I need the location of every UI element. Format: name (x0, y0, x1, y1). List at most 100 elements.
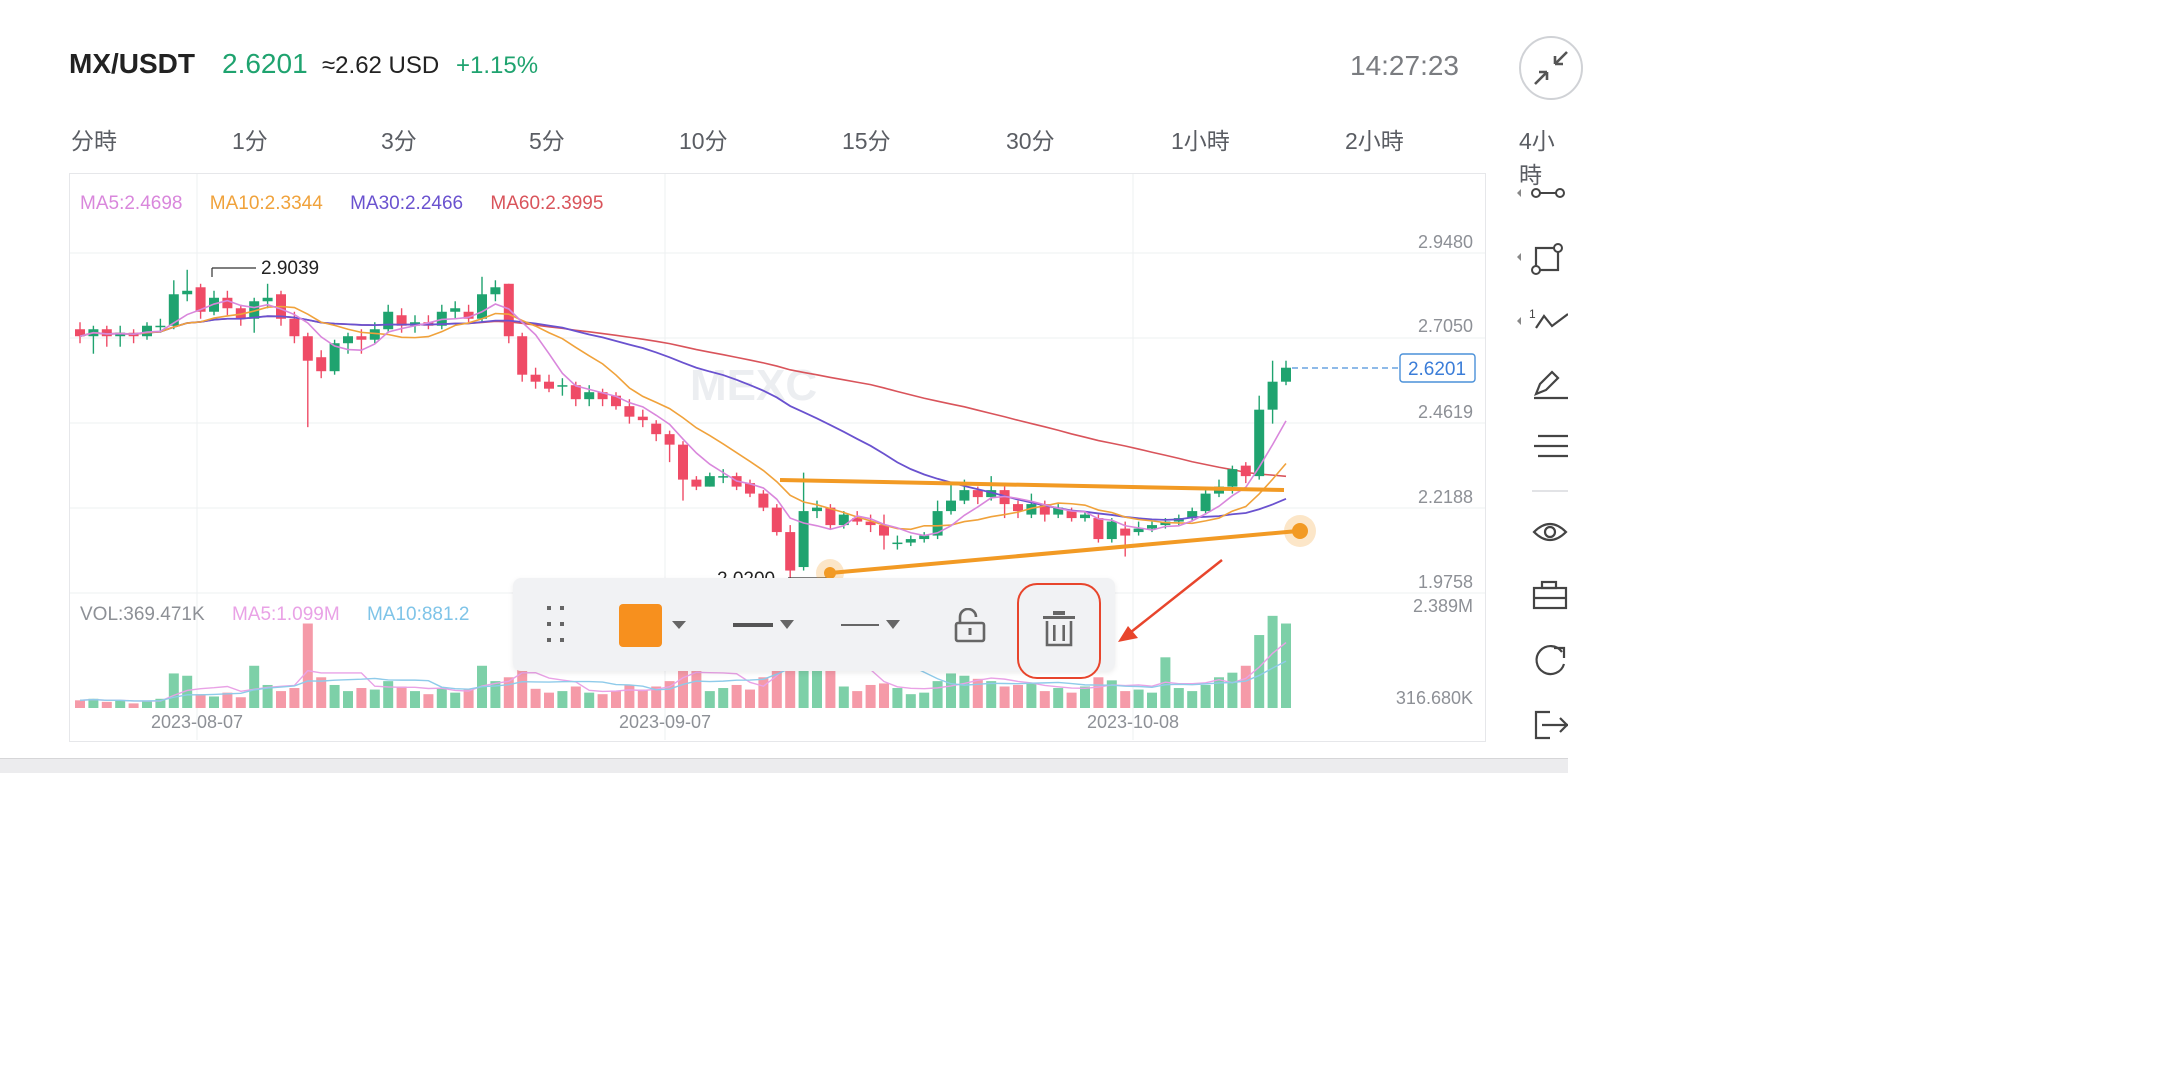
candle-body (718, 476, 729, 478)
candle-body (1066, 511, 1077, 519)
channel-tool[interactable] (1512, 238, 1568, 278)
candle-body (544, 381, 554, 389)
exit-tool[interactable] (1512, 704, 1569, 744)
volume-bar (316, 677, 327, 708)
volume-bar (1080, 686, 1090, 708)
candle-body (1227, 469, 1238, 487)
volume-bar (1053, 688, 1064, 708)
delete-button[interactable] (1017, 583, 1101, 679)
candle-body (1120, 528, 1131, 536)
price-axis-label: 2.9480 (1418, 232, 1473, 252)
candle-body (771, 507, 782, 533)
reset-tool[interactable] (1512, 640, 1568, 680)
volume-bar (463, 689, 474, 708)
watermark-text: MEXC (690, 361, 817, 410)
volume-bar (597, 694, 608, 708)
volume-bar (1214, 677, 1224, 708)
trendline-anchor-end[interactable] (1292, 523, 1308, 539)
candle-body (530, 374, 541, 382)
tool-divider (1532, 490, 1568, 492)
candle-body (155, 325, 166, 328)
fib-tool[interactable] (1512, 428, 1568, 468)
rotate-icon (1535, 645, 1566, 676)
horizontal-trendline[interactable] (779, 478, 1285, 492)
volume-legend: VOL:369.471K MA5:1.099M MA10:881.2 (80, 604, 469, 626)
volume-axis-label: 2.389M (1413, 596, 1473, 616)
candle-body (798, 511, 809, 568)
candle-body (691, 479, 702, 487)
ma-legend: MA5:2.4698 MA10:2.3344 MA30:2.2466 MA60:… (80, 193, 603, 215)
volume-bar (986, 681, 997, 708)
candle-body (584, 392, 595, 400)
lock-button[interactable] (953, 607, 987, 644)
volume-bar (530, 688, 541, 708)
volume-bar (544, 692, 554, 708)
volume-bar (584, 692, 595, 708)
candle-body (664, 434, 675, 445)
candle-body (704, 476, 715, 487)
price-axis-label: 2.2188 (1418, 487, 1473, 507)
volume-bar (1013, 684, 1023, 708)
horizontal-ray-tool[interactable] (1512, 174, 1568, 214)
volume-bar (383, 681, 394, 708)
price-axis-label: 1.9758 (1418, 572, 1473, 592)
candle-body (477, 294, 487, 319)
high-annotation: 2.9039 (261, 258, 319, 279)
candle-body (1013, 504, 1023, 512)
candle-body (972, 490, 983, 498)
volume-bar (450, 692, 461, 708)
trash-icon (1043, 611, 1075, 647)
eye-icon (1532, 522, 1568, 542)
volume-bar (611, 691, 621, 708)
volume-bar (637, 689, 648, 708)
volume-bar (343, 691, 353, 708)
candle-body (343, 336, 353, 344)
candle-body (1200, 493, 1211, 512)
pencil-icon (1534, 370, 1568, 400)
brush-tool[interactable] (1512, 364, 1568, 404)
volume-bar (704, 691, 715, 708)
date-label: 2023-09-07 (619, 712, 711, 732)
volume-bar (946, 673, 956, 708)
volume-bar (1026, 683, 1037, 708)
wave-tool[interactable]: 1 (1512, 302, 1569, 342)
candle-body (651, 423, 662, 435)
candle-body (758, 493, 769, 508)
candle-body (1106, 521, 1117, 540)
volume-bar (369, 689, 380, 708)
candle-body (1281, 367, 1291, 382)
line-style-selector[interactable] (840, 614, 906, 636)
candle-body (383, 311, 394, 330)
drag-dots-icon (547, 606, 564, 642)
volume-bar (838, 686, 849, 708)
volume-bar (436, 688, 447, 708)
volume-axis-label: 316.680K (1396, 688, 1473, 708)
volume-bar (289, 688, 300, 708)
volume-bar (101, 701, 112, 708)
volume-bar (879, 683, 889, 708)
volume-bar (731, 684, 742, 708)
candle-body (182, 290, 193, 295)
line-style-icon (841, 620, 900, 629)
rising-trendline[interactable] (829, 529, 1299, 575)
settings-tool[interactable] (1512, 576, 1568, 616)
color-picker[interactable] (619, 604, 689, 647)
logout-icon (1534, 710, 1569, 740)
visibility-toggle[interactable] (1512, 512, 1568, 552)
candle-body (892, 542, 903, 545)
volume-bar (195, 694, 206, 708)
toolbox-icon (1532, 580, 1568, 610)
drag-handle[interactable] (545, 604, 567, 644)
candle-body (1080, 514, 1090, 519)
candle-body (316, 357, 327, 372)
candle-body (1147, 525, 1157, 529)
volume-bar (410, 691, 420, 708)
vol-ma10-legend: MA10:881.2 (366, 604, 470, 625)
ma60-legend: MA60:2.3995 (490, 193, 604, 214)
line-width-selector[interactable] (732, 614, 798, 636)
ma10-legend: MA10:2.3344 (209, 193, 323, 214)
callout-arrow (1125, 559, 1223, 637)
candle-body (517, 336, 528, 375)
volume-bar (570, 686, 581, 708)
volume-bar (302, 623, 313, 708)
